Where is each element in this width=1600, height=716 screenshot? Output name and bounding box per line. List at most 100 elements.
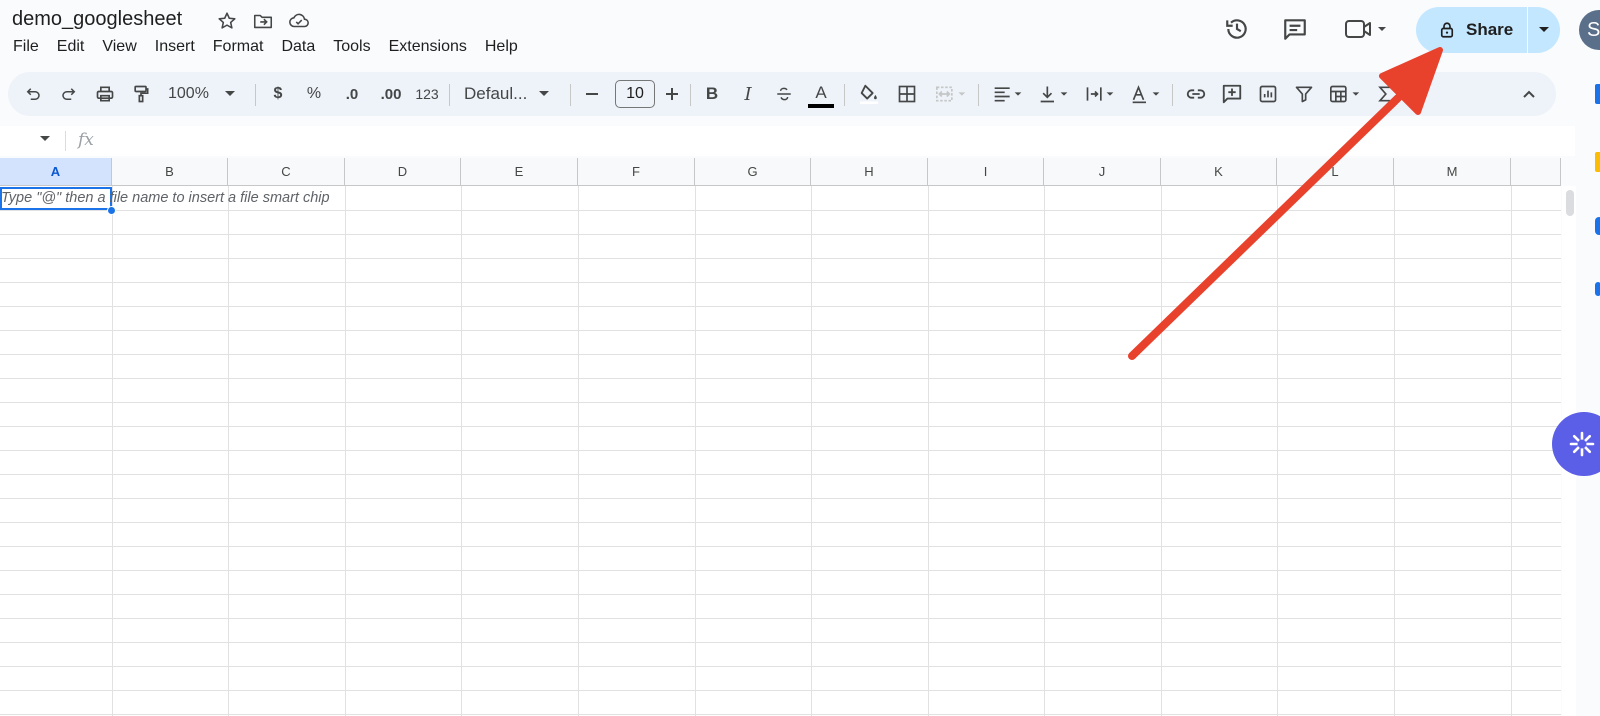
star-icon[interactable] [216,10,238,32]
toolbar-divider [690,84,691,106]
italic-button[interactable]: I [736,72,760,116]
bold-button[interactable]: B [700,72,724,116]
grid-column-line [695,186,696,716]
menu-file[interactable]: File [13,38,48,56]
toolbar-divider [449,84,450,106]
menu-data[interactable]: Data [281,38,324,56]
menu-help[interactable]: Help [485,38,527,56]
column-header-g[interactable]: G [695,158,811,186]
add-comment-icon [1222,84,1242,104]
functions-button[interactable] [1372,72,1398,116]
horizontal-align-button[interactable] [988,72,1028,116]
text-rotation-button[interactable] [1126,72,1166,116]
tasks-addon-icon[interactable] [1595,217,1600,235]
column-header-d[interactable]: D [345,158,461,186]
version-history-icon[interactable] [1224,16,1250,42]
insert-chart-button[interactable] [1254,72,1282,116]
decrease-decimal-button[interactable]: .0 [338,72,366,116]
filter-views-button[interactable] [1324,72,1366,116]
paint-format-button[interactable] [128,72,154,116]
keep-addon-icon[interactable] [1595,152,1600,172]
spreadsheet-grid[interactable]: A B C D E F G H I J K L M Type "@" then … [0,158,1561,716]
contacts-addon-icon[interactable] [1595,282,1600,296]
toolbar-divider [978,84,979,106]
paint-format-icon [134,85,149,103]
zoom-select[interactable]: 100% [168,72,248,116]
font-size-input[interactable]: 10 [615,80,655,108]
menu-tools[interactable]: Tools [333,38,379,56]
menu-edit[interactable]: Edit [57,38,94,56]
column-header-k[interactable]: K [1161,158,1277,186]
column-header-h[interactable]: H [811,158,928,186]
column-header-b[interactable]: B [112,158,228,186]
meet-video-icon[interactable] [1344,16,1388,42]
calendar-addon-icon[interactable] [1595,84,1600,104]
column-header-l[interactable]: L [1277,158,1394,186]
align-bottom-icon [1040,86,1068,103]
menu-bar: File Edit View Insert Format Data Tools … [13,38,536,56]
undo-button[interactable] [20,72,46,116]
column-header-c[interactable]: C [228,158,345,186]
grid-row-line [0,570,1561,571]
currency-format-button[interactable]: $ [266,72,290,116]
grid-row-line [0,594,1561,595]
borders-icon [898,85,916,103]
menu-format[interactable]: Format [213,38,273,56]
comments-icon[interactable] [1282,16,1308,42]
grid-row-line [0,330,1561,331]
column-header-j[interactable]: J [1044,158,1161,186]
column-header-i[interactable]: I [928,158,1044,186]
font-select[interactable]: Defaul... [464,72,564,116]
table-views-icon [1330,85,1360,103]
redo-button[interactable] [56,72,82,116]
column-header-a[interactable]: A [0,158,112,186]
fill-handle[interactable] [107,206,116,215]
insert-link-button[interactable] [1182,72,1210,116]
column-header-e[interactable]: E [461,158,578,186]
strikethrough-button[interactable] [772,72,796,116]
column-header-m[interactable]: M [1394,158,1511,186]
menu-view[interactable]: View [102,38,145,56]
increase-font-size-button[interactable] [660,72,684,116]
borders-button[interactable] [894,72,920,116]
vertical-align-button[interactable] [1034,72,1074,116]
grid-column-line [228,186,229,716]
insert-comment-button[interactable] [1218,72,1246,116]
grid-column-line [345,186,346,716]
text-color-button[interactable]: A [806,72,836,116]
scrollbar-thumb[interactable] [1566,190,1574,216]
share-button[interactable]: Share [1416,7,1529,53]
paint-bucket-icon [859,84,879,105]
chevron-up-icon [1523,90,1535,98]
text-color-glyph: A [815,83,827,102]
print-button[interactable] [92,72,118,116]
cell-smart-chip-hint: Type "@" then a file name to insert a fi… [1,190,330,206]
menu-extensions[interactable]: Extensions [389,38,476,56]
more-formats-button[interactable]: 123 [412,72,442,116]
percent-format-button[interactable]: % [302,72,326,116]
move-folder-icon[interactable] [252,10,274,32]
grid-column-line [461,186,462,716]
text-rotation-icon [1132,85,1160,104]
menu-insert[interactable]: Insert [155,38,204,56]
increase-decimal-button[interactable]: .00 [376,72,406,116]
fill-color-button[interactable] [854,72,884,116]
filter-icon [1295,86,1313,103]
text-wrapping-button[interactable] [1080,72,1120,116]
share-options-dropdown[interactable] [1528,7,1560,53]
merge-cells-button[interactable] [930,72,972,116]
grid-row-line [0,258,1561,259]
font-name: Defaul... [464,84,528,103]
column-header-f[interactable]: F [578,158,695,186]
toolbar-divider [844,84,845,106]
column-header-n[interactable] [1511,158,1561,186]
cloud-saved-icon[interactable] [288,10,310,32]
toolbar-divider [1172,84,1173,106]
decrease-font-size-button[interactable] [580,72,604,116]
collapse-menus-button[interactable] [1516,72,1542,116]
name-box-caret-icon[interactable] [40,136,50,142]
text-color-swatch [808,104,834,108]
document-title[interactable]: demo_googlesheet [12,8,182,31]
formula-input[interactable] [110,132,1510,152]
filter-button[interactable] [1290,72,1318,116]
